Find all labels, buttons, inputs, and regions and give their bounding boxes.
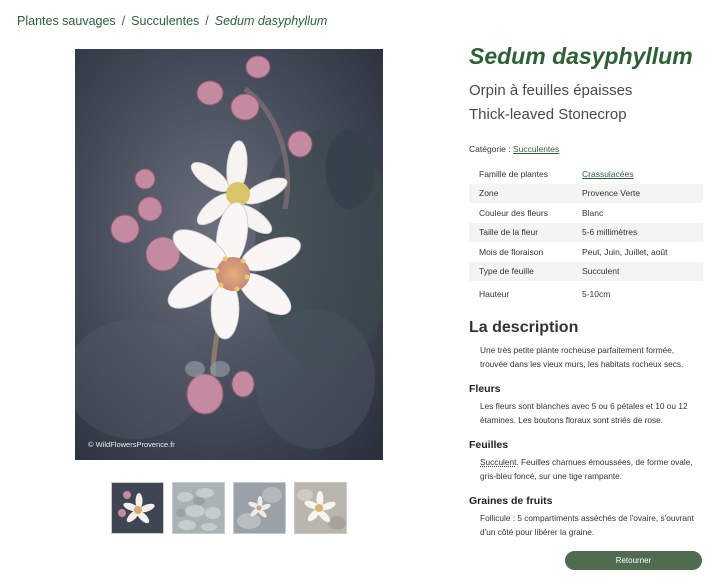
succulent-term[interactable]: Succulent (480, 457, 516, 467)
breadcrumb: Plantes sauvages / Succulentes / Sedum dasyp… (17, 14, 327, 28)
scientific-name-title: Sedum dasyphyllum (469, 43, 693, 69)
thumb-flower-close-image (112, 483, 163, 533)
table-row: Taille de la fleur 5-6 millimètres (469, 222, 703, 242)
property-value: 5-6 millimètres (582, 222, 703, 242)
breadcrumb-link-succulentes[interactable]: Succulentes (131, 14, 199, 28)
property-key: Taille de la fleur (469, 222, 582, 242)
property-key: Couleur des fleurs (479, 207, 548, 218)
leaves-heading: Feuilles (469, 439, 509, 451)
category-line: Catégorie : Succulentes (469, 144, 703, 154)
description-text: Une très petite plante rocheuse parfaite… (480, 345, 684, 369)
property-key: Zone (469, 183, 582, 203)
description-heading: La description (469, 319, 579, 336)
breadcrumb-separator: / (121, 14, 126, 28)
leaves-text: Succulent. Feuilles charnues émoussées, … (469, 455, 703, 483)
table-row: Hauteur 5-10cm (469, 281, 703, 307)
thumbnail-4[interactable] (294, 482, 347, 534)
thumbnail-2[interactable] (172, 482, 225, 534)
thumbnail-strip (111, 482, 347, 534)
breadcrumb-current: Sedum dasyphyllum (214, 14, 328, 28)
family-link[interactable]: Crassulacées (582, 169, 634, 179)
property-key: Hauteur (479, 289, 510, 299)
photo-credit: © WildFlowersProvence.fr (88, 440, 175, 449)
thumbnail-1[interactable] (111, 482, 164, 534)
thumb-leaves-image (173, 483, 224, 533)
properties-table: Famille de plantes Crassulacées Zone Pro… (469, 164, 703, 307)
main-plant-photo[interactable]: © WildFlowersProvence.fr (75, 49, 383, 460)
property-value: Blanc (582, 207, 604, 218)
table-row: Type de feuille Succulent (469, 261, 703, 281)
property-value: Succulent (582, 261, 703, 281)
property-key: Type de feuille (469, 261, 582, 281)
breadcrumb-link-plantes-sauvages[interactable]: Plantes sauvages (17, 14, 116, 28)
thumb-plant-image (234, 483, 285, 533)
thumbnail-3[interactable] (233, 482, 286, 534)
table-row: Mois de floraison Peut, Juin, Juillet, a… (469, 242, 703, 262)
category-link[interactable]: Succulentes (513, 144, 559, 154)
property-value: Crassulacées (582, 164, 703, 184)
property-key: Mois de floraison (479, 246, 544, 257)
common-name-fr: Orpin à feuilles épaisses (469, 82, 633, 99)
thumb-flower-pale-image (295, 483, 346, 533)
flowers-heading: Fleurs (469, 383, 501, 395)
property-key: Famille de plantes (479, 168, 548, 179)
plant-info-panel: Sedum dasyphyllum Orpin à feuilles épais… (469, 40, 703, 539)
breadcrumb-separator: / (205, 14, 209, 28)
table-row: Couleur des fleurs Blanc (469, 203, 703, 223)
common-name-en: Thick-leaved Stonecrop (469, 106, 627, 123)
property-value: Peut, Juin, Juillet, août (582, 246, 668, 257)
fruits-heading: Graines de fruits (469, 495, 553, 507)
table-row: Famille de plantes Crassulacées (469, 164, 703, 184)
common-names: Orpin à feuilles épaisses Thick-leaved S… (469, 79, 703, 127)
flowers-text: Les fleurs sont blanches avec 5 ou 6 pét… (480, 401, 688, 425)
fruits-text: Follicule : 5 compartiments asséchés de … (480, 513, 694, 537)
category-label: Catégorie : (469, 144, 511, 154)
flower-photo-image (75, 49, 383, 460)
property-value: 5-10cm (582, 289, 611, 299)
property-value: Provence Verte (582, 183, 703, 203)
table-row: Zone Provence Verte (469, 183, 703, 203)
back-button[interactable]: Retourner (565, 551, 702, 570)
